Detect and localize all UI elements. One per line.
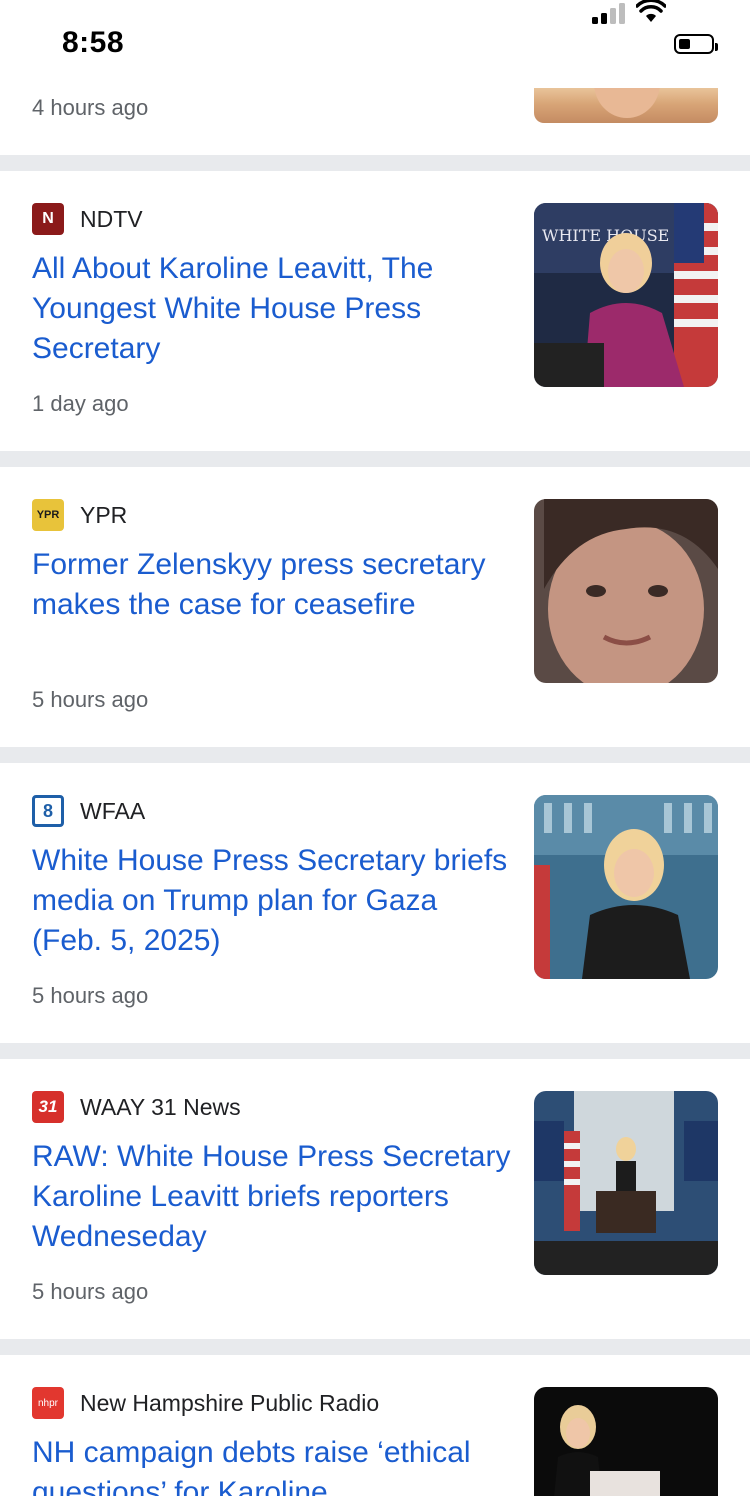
card-separator	[0, 1339, 750, 1355]
article-thumbnail[interactable]	[534, 795, 718, 979]
source-row: 31 WAAY 31 News	[32, 1091, 241, 1123]
article-thumbnail[interactable]	[534, 499, 718, 683]
source-row: YPR YPR	[32, 499, 127, 531]
article-headline[interactable]: NH campaign debts raise ‘ethical questio…	[32, 1433, 512, 1496]
source-name: WAAY 31 News	[80, 1093, 241, 1120]
article-thumbnail[interactable]	[534, 88, 718, 123]
article-time: 4 hours ago	[32, 95, 149, 120]
article-card-wfaa[interactable]: 8 WFAA White House Press Secretary brief…	[0, 763, 750, 1043]
card-separator	[0, 155, 750, 171]
battery-nub	[715, 43, 718, 51]
article-headline[interactable]: All About Karoline Leavitt, The Youngest…	[32, 249, 512, 369]
article-card-nhpr[interactable]: nhpr New Hampshire Public Radio NH campa…	[0, 1355, 750, 1496]
article-time: 5 hours ago	[32, 1279, 149, 1304]
source-row: nhpr New Hampshire Public Radio	[32, 1387, 379, 1419]
article-time: 5 hours ago	[32, 983, 149, 1008]
source-name: WFAA	[80, 797, 146, 824]
source-row: 8 WFAA	[32, 795, 145, 827]
ypr-logo-icon: YPR	[32, 499, 64, 531]
article-headline[interactable]: Former Zelenskyy press secretary makes t…	[32, 545, 512, 625]
battery-icon	[674, 34, 714, 54]
article-card-partial[interactable]: 4 hours ago	[0, 88, 750, 155]
article-time: 5 hours ago	[32, 687, 149, 712]
source-name: NDTV	[80, 205, 143, 232]
article-thumbnail[interactable]	[534, 1091, 718, 1275]
svg-text:WHITE HOUSE: WHITE HOUSE	[542, 226, 669, 245]
news-feed: 4 hours ago N NDTV All About Karoline Le…	[0, 0, 750, 1508]
nhpr-logo-icon: nhpr	[32, 1387, 64, 1419]
ndtv-logo-icon: N	[32, 203, 64, 235]
article-headline[interactable]: White House Press Secretary briefs media…	[32, 841, 512, 961]
article-card-waay31[interactable]: 31 WAAY 31 News RAW: White House Press S…	[0, 1059, 750, 1339]
card-separator	[0, 747, 750, 763]
article-card-ypr[interactable]: YPR YPR Former Zelenskyy press secretary…	[0, 467, 750, 747]
article-thumbnail[interactable]: WHITE HOUSE	[534, 203, 718, 387]
status-bar: 8:58	[0, 0, 750, 88]
article-thumbnail[interactable]	[534, 1387, 718, 1496]
source-name: New Hampshire Public Radio	[80, 1389, 380, 1416]
article-headline[interactable]: RAW: White House Press Secretary Karolin…	[32, 1137, 512, 1257]
wfaa-logo-icon: 8	[32, 795, 64, 827]
card-separator	[0, 1043, 750, 1059]
article-time: 1 day ago	[32, 391, 129, 416]
cellular-signal-icon	[592, 2, 626, 24]
article-card-ndtv[interactable]: N NDTV All About Karoline Leavitt, The Y…	[0, 171, 750, 451]
wifi-icon	[635, 0, 667, 24]
source-name: YPR	[80, 501, 128, 528]
status-time: 8:58	[62, 26, 125, 59]
source-row: N NDTV	[32, 203, 143, 235]
bottom-safe-area	[0, 1496, 750, 1508]
card-separator	[0, 451, 750, 467]
waay31-logo-icon: 31	[32, 1091, 64, 1123]
